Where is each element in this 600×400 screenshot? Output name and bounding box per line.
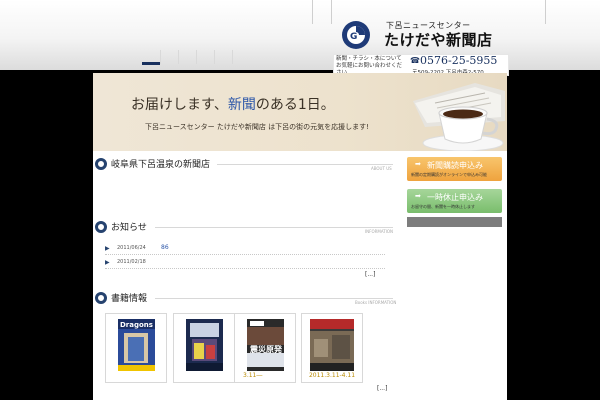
nav-divider: [160, 50, 161, 64]
books-more-link[interactable]: [...]: [377, 385, 387, 392]
section-sub-shop: ABOUT US: [371, 166, 392, 171]
arrow-right-icon: ➡: [415, 192, 421, 200]
subscribe-note: 新聞の定期購読がオンラインで申込み可能: [411, 172, 487, 177]
header-divider: [312, 0, 313, 24]
hero-banner: お届けします、新聞のある1日。 下呂ニュースセンター たけだや新聞店 は下呂の街…: [93, 73, 507, 151]
section-bullet-icon: [95, 292, 107, 304]
section-header-books: 書籍情報: [95, 291, 395, 307]
phone-number[interactable]: 0576-25-5955: [420, 55, 497, 67]
section-sub-news: INFORMATION: [365, 229, 394, 234]
arrow-right-icon: ➡: [415, 160, 421, 168]
pause-delivery-button[interactable]: ➡ 一時休止申込み お留守の間、新聞を一時休止します: [407, 189, 502, 213]
section-title-shop: 岐阜県下呂温泉の新聞店: [111, 160, 211, 170]
section-rule: [155, 227, 393, 228]
book-item[interactable]: 2011.3.11-4.11: [301, 313, 363, 383]
section-bullet-icon: [95, 221, 107, 233]
arrow-right-icon: ▶: [105, 259, 110, 266]
book-cover-title-text: 震災原発: [249, 344, 283, 354]
hero-subtitle: 下呂ニュースセンター たけだや新聞店 は下呂の街の元気を応援します!: [145, 123, 369, 131]
book-cover-image: [310, 319, 354, 371]
book-caption: 2011.3.11-4.11: [308, 372, 356, 379]
svg-text:G: G: [350, 32, 357, 42]
section-rule: [155, 298, 393, 299]
section-sub-books: Books INFORMATION: [355, 300, 397, 305]
header-divider: [545, 0, 546, 24]
hero-title-highlight: 新聞: [227, 97, 256, 113]
coffee-cup-image: [422, 106, 504, 151]
subscribe-label: 新聞購読申込み: [427, 161, 483, 170]
hero-title: お届けします、新聞のある1日。: [131, 94, 335, 114]
section-title-news: お知らせ: [111, 223, 147, 233]
pause-note: お留守の間、新聞を一時休止します: [411, 204, 475, 209]
news-date: 2011/02/18: [117, 259, 146, 265]
arrow-right-icon: ▶: [105, 245, 110, 252]
book-item[interactable]: Dragons: [105, 313, 167, 383]
book-cover-image: [186, 319, 223, 371]
section-title-books: 書籍情報: [111, 294, 148, 304]
phone-icon: ☎: [410, 56, 420, 65]
subscribe-button[interactable]: ➡ 新聞購読申込み 新聞の定期購読がオンラインで申込み可能: [407, 157, 502, 181]
book-cover-title: 震災原発: [249, 344, 283, 354]
nav-divider: [178, 50, 179, 64]
section-header-shop: 岐阜県下呂温泉の新聞店: [95, 157, 395, 173]
news-title[interactable]: 86: [161, 244, 169, 251]
sidebar-divider: [407, 217, 502, 227]
pause-label: 一時休止申込み: [427, 193, 483, 202]
book-caption: 3.11―: [243, 372, 263, 379]
section-header-news: お知らせ: [95, 220, 395, 236]
news-date: 2011/06/24: [117, 245, 146, 251]
news-more-link[interactable]: [...]: [365, 271, 375, 278]
hero-title-start: お届けします、: [131, 97, 228, 113]
main-content: お届けします、新聞のある1日。 下呂ニュースセンター たけだや新聞店 は下呂の街…: [93, 73, 507, 400]
header-divider: [331, 0, 332, 24]
nav-divider: [196, 50, 197, 64]
site-header: G 下呂ニュースセンター たけだや新聞店 新聞・チラシ・本について お気軽にお問…: [0, 0, 600, 76]
section-bullet-icon: [95, 158, 107, 170]
book-item[interactable]: 震災原発 3.11―: [234, 313, 296, 383]
hero-title-end: のある1日。: [255, 97, 335, 113]
book-item[interactable]: [173, 313, 235, 383]
nav-divider: [232, 50, 233, 64]
book-cover-title: Dragons: [120, 321, 153, 329]
nav-item-active[interactable]: [142, 62, 160, 65]
nav-divider: [214, 50, 215, 64]
section-rule: [217, 164, 393, 165]
news-item[interactable]: ▶ 2011/02/18: [105, 257, 385, 269]
logo-name[interactable]: たけだや新聞店: [384, 29, 493, 50]
logo-icon[interactable]: G: [341, 20, 371, 50]
book-cover-title-text: Dragons: [120, 321, 153, 329]
news-item[interactable]: ▶ 2011/06/24 86: [105, 243, 385, 255]
